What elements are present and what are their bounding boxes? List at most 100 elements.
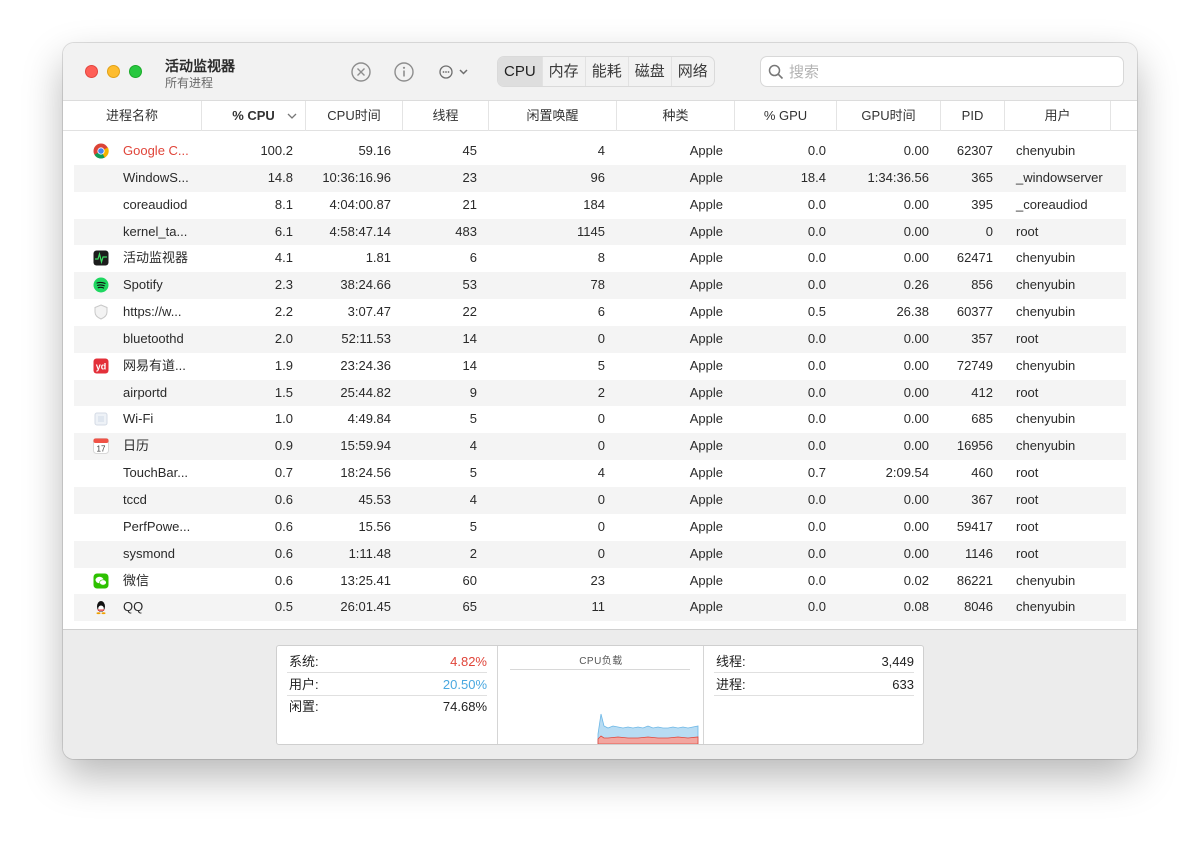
process-name-cell: Spotify <box>123 277 163 293</box>
gpu-time-cell: 0.26 <box>903 277 929 293</box>
idle-wakeups-cell: 23 <box>590 572 605 588</box>
tab-energy[interactable]: 能耗 <box>586 57 629 86</box>
column-user[interactable]: 用户 <box>1005 101 1111 131</box>
table-row[interactable]: sysmond 0.6 1:11.48 2 0 Apple 0.0 0.00 1146 root <box>74 540 1126 568</box>
user-cell: root <box>1016 384 1039 400</box>
more-actions-button[interactable] <box>438 61 474 83</box>
table-row[interactable]: Google C... 100.2 59.16 45 4 Apple 0.0 0.00 6230… <box>74 138 1126 165</box>
search-input[interactable] <box>789 62 1109 82</box>
process-name-cell: 网易有道... <box>123 357 186 373</box>
wifi-app-icon <box>93 411 109 427</box>
idle-wakeups-cell: 0 <box>597 438 605 454</box>
system-label: 系统: <box>289 654 319 669</box>
column-header: 进程名称 % CPU CPU时间 线程 闲置唤醒 种类 % GPU GPU时间 … <box>63 101 1137 131</box>
cpu-percent-cell: 100.2 <box>260 143 293 158</box>
user-cell: chenyubin <box>1016 411 1076 427</box>
cpu-percent-cell: 1.0 <box>274 411 293 427</box>
table-row[interactable]: WindowS... 14.8 10:36:16.96 23 96 Apple 18.4 1:… <box>74 164 1126 192</box>
search-field <box>760 56 1124 87</box>
table-row[interactable]: tccd 0.6 45.53 4 0 Apple 0.0 0.00 367 root <box>74 486 1126 514</box>
table-row[interactable]: 微信 0.6 13:25.41 60 23 Apple 0.0 0.02 86221 chenyu… <box>74 568 1126 595</box>
idle-wakeups-cell: 8 <box>597 250 605 266</box>
cpu-percent-cell: 14.8 <box>267 169 293 185</box>
kind-cell: Apple <box>689 330 723 346</box>
cpu-time-cell: 4:49.84 <box>347 411 391 427</box>
cpu-time-cell: 23:24.36 <box>340 357 391 373</box>
table-row[interactable]: coreaudiod 8.1 4:04:00.87 21 184 Apple 0.0 0.00… <box>74 192 1126 219</box>
gpu-time-cell: 0.00 <box>903 545 929 561</box>
process-name-cell: QQ <box>123 599 144 615</box>
column-kind[interactable]: 种类 <box>617 101 735 131</box>
column-pid[interactable]: PID <box>941 101 1005 131</box>
idle-wakeups-cell: 0 <box>597 411 605 427</box>
column-cpu-time[interactable]: CPU时间 <box>306 101 403 131</box>
gpu-percent-cell: 0.0 <box>807 545 826 561</box>
user-cell: chenyubin <box>1016 250 1076 266</box>
tab-network[interactable]: 网络 <box>672 57 714 86</box>
stop-process-button[interactable] <box>350 61 372 83</box>
ellipsis-circle-icon <box>439 65 468 79</box>
table-row[interactable]: 17 日历 0.9 15:59.94 4 0 Apple 0.0 0.00 16956 chenyu… <box>74 433 1126 461</box>
column-idle-wakeups[interactable]: 闲置唤醒 <box>489 101 617 131</box>
process-name-cell: WindowS... <box>123 169 189 185</box>
gpu-percent-cell: 0.5 <box>807 304 826 320</box>
table-row[interactable]: Wi-Fi 1.0 4:49.84 5 0 Apple 0.0 0.00 685 chenyubi… <box>74 406 1126 433</box>
kind-cell: Apple <box>689 545 723 561</box>
idle-wakeups-cell: 96 <box>590 169 605 185</box>
gpu-percent-cell: 0.7 <box>807 465 826 481</box>
cpu-percent-cell: 0.6 <box>274 491 293 507</box>
process-name-cell: tccd <box>123 491 147 507</box>
zoom-window-button[interactable] <box>129 65 142 78</box>
pid-cell: 60377 <box>956 304 993 320</box>
close-window-button[interactable] <box>85 65 98 78</box>
tab-disk[interactable]: 磁盘 <box>629 57 672 86</box>
gpu-percent-cell: 0.0 <box>807 196 826 212</box>
activity-monitor-icon <box>93 250 109 266</box>
gpu-percent-cell: 0.0 <box>807 357 826 373</box>
pid-cell: 365 <box>971 169 993 185</box>
column-threads[interactable]: 线程 <box>403 101 489 131</box>
pid-cell: 395 <box>971 196 993 212</box>
threads-cell: 23 <box>462 169 477 185</box>
table-row[interactable]: 活动监视器 4.1 1.81 6 8 Apple 0.0 0.00 62471 chenyubin <box>74 245 1126 272</box>
gpu-percent-cell: 0.0 <box>807 599 826 615</box>
table-row[interactable]: yd 网易有道... 1.9 23:24.36 14 5 Apple 0.0 0.00 72749… <box>74 353 1126 380</box>
table-row[interactable]: kernel_ta... 6.1 4:58:47.14 483 1145 Apple 0.0… <box>74 218 1126 246</box>
threads-cell: 5 <box>469 518 477 534</box>
gpu-time-cell: 0.00 <box>903 357 929 373</box>
pid-cell: 8046 <box>964 599 993 615</box>
cpu-percent-cell: 4.1 <box>274 250 293 266</box>
table-row[interactable]: PerfPowe... 0.6 15.56 5 0 Apple 0.0 0.00 59417 ro… <box>74 514 1126 541</box>
table-row[interactable]: TouchBar... 0.7 18:24.56 5 4 Apple 0.7 2:09.54 4… <box>74 460 1126 487</box>
column-gpu-time[interactable]: GPU时间 <box>837 101 941 131</box>
table-row[interactable]: airportd 1.5 25:44.82 9 2 Apple 0.0 0.00 412 root <box>74 379 1126 407</box>
threads-cell: 14 <box>462 330 477 346</box>
tab-memory[interactable]: 内存 <box>543 57 586 86</box>
table-row[interactable]: QQ 0.5 26:01.45 65 11 Apple 0.0 0.08 8046 chenyub… <box>74 594 1126 622</box>
idle-stat: 闲置: 74.68% <box>287 696 487 718</box>
kind-cell: Apple <box>689 438 723 454</box>
table-row[interactable]: Spotify 2.3 38:24.66 53 78 Apple 0.0 0.26 856 che… <box>74 272 1126 300</box>
cpu-time-cell: 26:01.45 <box>340 599 391 615</box>
idle-wakeups-cell: 4 <box>597 465 605 481</box>
process-name-cell: Google C... <box>123 143 189 158</box>
threads-cell: 14 <box>462 357 477 373</box>
kind-cell: Apple <box>689 304 723 320</box>
tab-cpu[interactable]: CPU <box>498 57 543 86</box>
wechat-icon <box>93 573 109 589</box>
column-cpu-percent[interactable]: % CPU <box>202 101 306 131</box>
column-process-name[interactable]: 进程名称 <box>63 101 202 131</box>
system-value: 4.82% <box>450 654 487 669</box>
user-cell: chenyubin <box>1016 599 1076 615</box>
table-row[interactable]: bluetoothd 2.0 52:11.53 14 0 Apple 0.0 0.00 357 r… <box>74 325 1126 353</box>
cpu-load-chart: CPU负载 <box>498 646 704 744</box>
minimize-window-button[interactable] <box>107 65 120 78</box>
kind-cell: Apple <box>689 169 723 185</box>
pid-cell: 367 <box>971 491 993 507</box>
pid-cell: 1146 <box>965 545 993 561</box>
inspect-process-button[interactable] <box>393 61 415 83</box>
table-row[interactable]: https://w... 2.2 3:07.47 22 6 Apple 0.5 26.38 60… <box>74 299 1126 326</box>
column-gpu-percent[interactable]: % GPU <box>735 101 837 131</box>
process-table: Google C... 100.2 59.16 45 4 Apple 0.0 0.00 6230… <box>74 138 1126 622</box>
gpu-percent-cell: 18.4 <box>800 169 826 185</box>
